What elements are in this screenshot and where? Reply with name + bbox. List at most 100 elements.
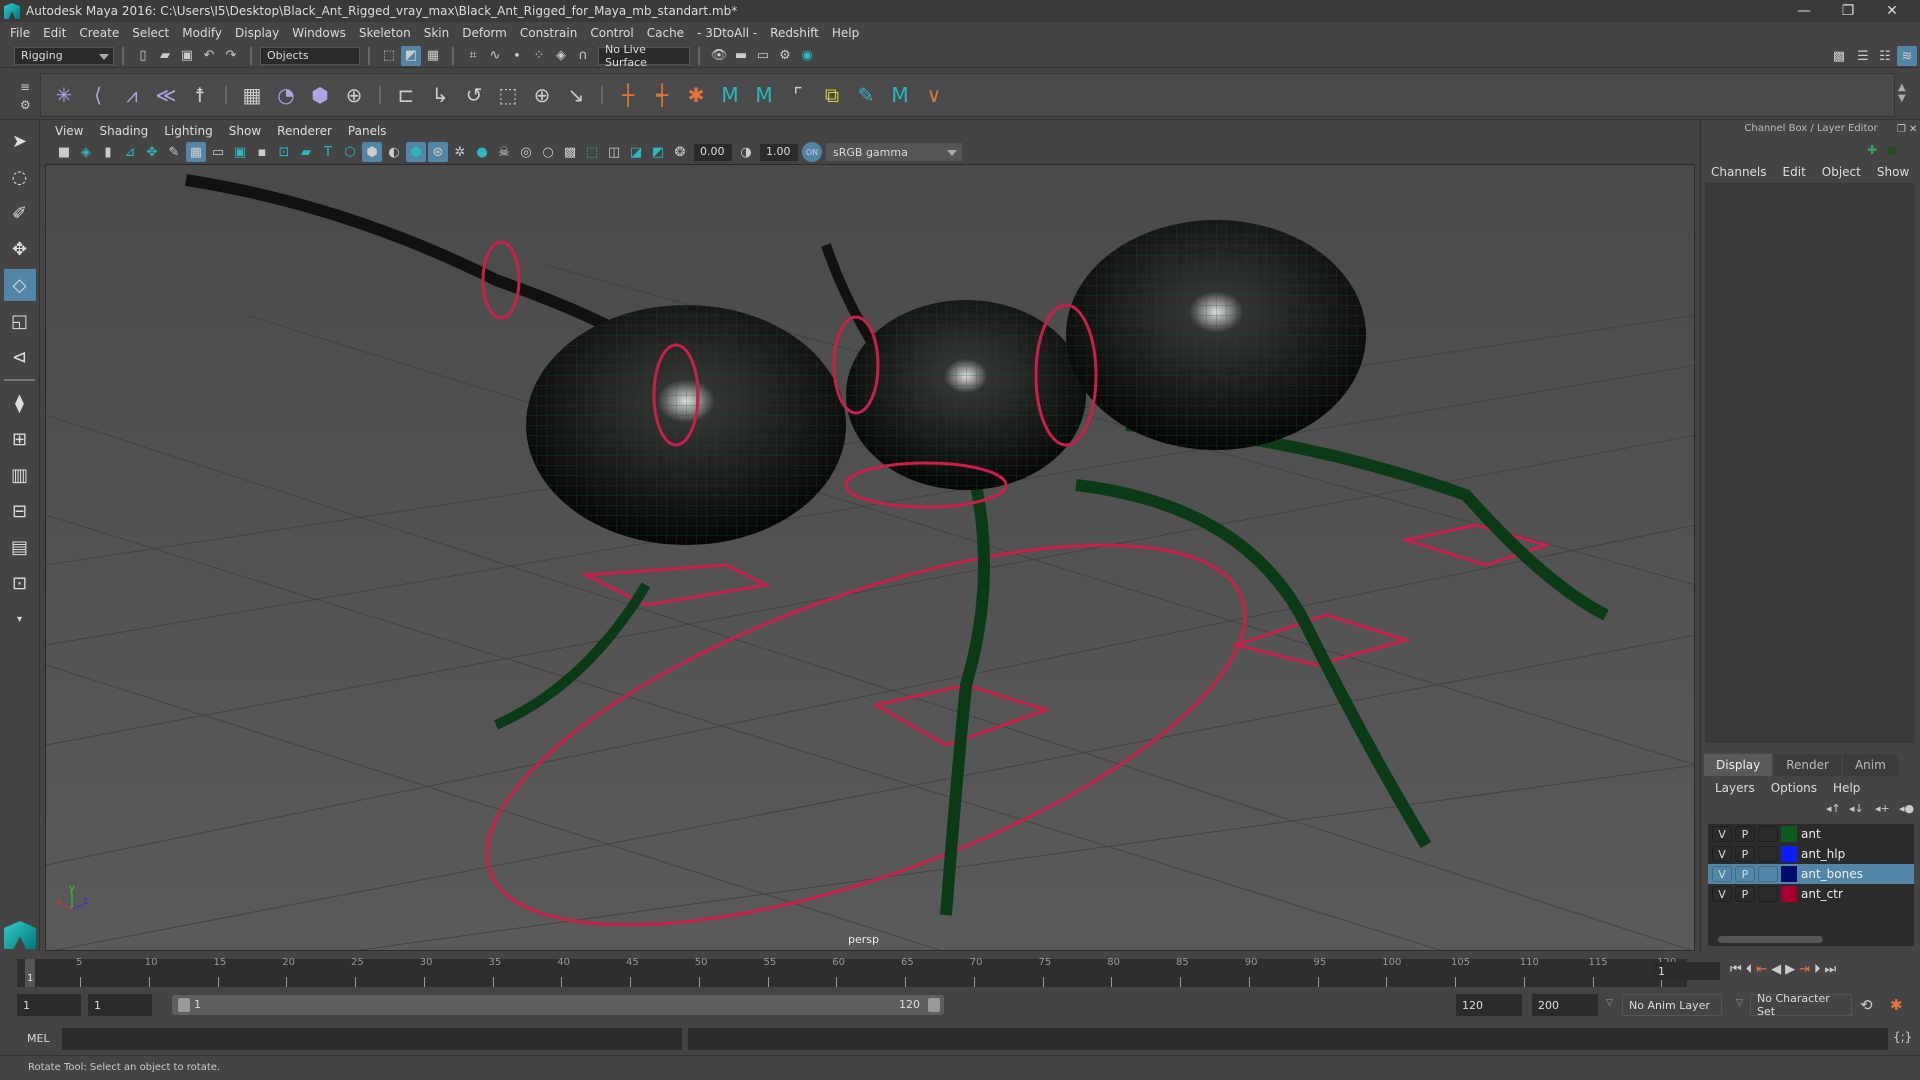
rotate-tool-icon[interactable]: ◇ <box>3 269 36 301</box>
menu-skin[interactable]: Skin <box>424 26 450 40</box>
snap-grid-icon[interactable]: ⌗ <box>463 46 483 66</box>
use-all-lights-icon[interactable]: ✲ <box>450 142 470 162</box>
bookmark-icon[interactable]: ▮ <box>98 142 118 162</box>
minimize-button[interactable]: — <box>1782 0 1826 22</box>
color-management-toggle[interactable]: ON <box>802 142 822 162</box>
playback-end-field[interactable]: 120 <box>1456 994 1522 1016</box>
layer-row[interactable]: V P ant_ctr <box>1708 884 1914 904</box>
layer-display-type-toggle[interactable] <box>1758 846 1778 862</box>
gamma-icon[interactable]: ◑ <box>736 142 756 162</box>
time-slider-track[interactable]: 1 5 10 15 20 25 30 35 40 45 50 55 60 65 70 75 80 85 90 95 1… <box>17 957 1687 987</box>
multisample-icon[interactable]: ◪ <box>626 142 646 162</box>
channel-box-toggle-icon[interactable]: ≋ <box>1897 46 1917 66</box>
range-start-handle[interactable] <box>178 998 190 1012</box>
shelf-scroll-icon[interactable]: ▲ ▼ <box>1898 82 1906 104</box>
hypershade-persp-icon[interactable]: ▤ <box>4 531 36 563</box>
wireframe-on-shaded-icon[interactable]: ⬢ <box>406 142 426 162</box>
lasso-tool-icon[interactable]: ◌ <box>4 161 36 193</box>
go-to-end-icon[interactable]: ⏭ <box>1825 962 1837 977</box>
step-back-frame-icon[interactable]: ⏴ <box>1746 962 1753 977</box>
motion-blur-icon[interactable]: ◫ <box>604 142 624 162</box>
shadows-icon[interactable]: ● <box>472 142 492 162</box>
backface-icon[interactable]: ○ <box>538 142 558 162</box>
menu-file[interactable]: File <box>10 26 30 40</box>
empty-slot-icon[interactable]: ⌜ <box>783 80 813 110</box>
new-layer-selected-icon[interactable]: ◂● <box>1899 802 1914 815</box>
panel-menu-show[interactable]: Show <box>229 124 261 138</box>
camera-attributes-icon[interactable]: ◈ <box>76 142 96 162</box>
layer-row-selected[interactable]: V P ant_bones <box>1708 864 1914 884</box>
ipr-render-icon[interactable]: ▭ <box>753 46 773 66</box>
layer-visibility-toggle[interactable]: V <box>1712 846 1732 862</box>
chevron-down-icon[interactable]: ▽ <box>1736 998 1743 1008</box>
chevron-down-icon[interactable]: ▽ <box>1606 998 1613 1008</box>
maya-m3-icon[interactable]: M <box>885 80 915 110</box>
ik-handle-icon[interactable]: ⟨ <box>83 80 113 110</box>
cb-menu-edit[interactable]: Edit <box>1783 165 1806 179</box>
gate-mask-icon[interactable]: ▪ <box>252 142 272 162</box>
move-layer-up-icon[interactable]: ◂↑ <box>1826 802 1841 815</box>
depth-of-field-icon[interactable]: ◩ <box>648 142 668 162</box>
vertex-icon[interactable]: ∨ <box>919 80 949 110</box>
snap-view-plane-icon[interactable]: ⁘ <box>529 46 549 66</box>
point-constraint-icon[interactable]: ↳ <box>425 80 455 110</box>
snap-point-icon[interactable]: ∙ <box>507 46 527 66</box>
current-time-marker[interactable]: 1 <box>25 959 35 987</box>
move-layer-down-icon[interactable]: ◂↓ <box>1849 802 1864 815</box>
single-view-icon[interactable]: ⧫ <box>4 387 36 419</box>
range-slider[interactable]: 1 120 <box>172 995 944 1015</box>
menu-cache[interactable]: Cache <box>647 26 684 40</box>
snap-curve-icon[interactable]: ∿ <box>485 46 505 66</box>
cb-menu-object[interactable]: Object <box>1822 165 1861 179</box>
lattice-icon[interactable]: ⬢ <box>305 80 335 110</box>
tab-display[interactable]: Display <box>1704 754 1773 776</box>
2d-pan-zoom-icon[interactable]: ✥ <box>142 142 162 162</box>
ambient-occlusion-icon[interactable]: ▩ <box>560 142 580 162</box>
maya-m1-icon[interactable]: M <box>715 80 745 110</box>
select-camera-icon[interactable]: ■ <box>54 142 74 162</box>
tab-render[interactable]: Render <box>1774 754 1841 776</box>
view-transform-dropdown[interactable]: sRGB gamma <box>826 143 962 161</box>
persp-graph-icon[interactable]: ⊟ <box>4 495 36 527</box>
menu-select[interactable]: Select <box>132 26 169 40</box>
panel-menu-renderer[interactable]: Renderer <box>277 124 332 138</box>
attribute-editor-icon[interactable]: ☰ <box>1853 46 1873 66</box>
anim-layer-dropdown[interactable]: No Anim Layer <box>1622 994 1722 1016</box>
cb-menu-show[interactable]: Show <box>1877 165 1909 179</box>
layer-visibility-toggle[interactable]: V <box>1712 866 1732 882</box>
render-view-icon[interactable]: 👁 <box>709 46 729 66</box>
selection-mode-dropdown[interactable]: Objects <box>260 46 360 65</box>
auto-key-icon[interactable]: ⟲ <box>1860 996 1873 1014</box>
menu-create[interactable]: Create <box>79 26 119 40</box>
field-chart-icon[interactable]: ⊡ <box>274 142 294 162</box>
image-plane-icon[interactable]: ⊿ <box>120 142 140 162</box>
layer-color-swatch[interactable] <box>1781 826 1797 842</box>
maya-m2-icon[interactable]: M <box>749 80 779 110</box>
layer-row[interactable]: V P ant <box>1708 824 1914 844</box>
cb-menu-channels[interactable]: Channels <box>1711 165 1767 179</box>
humanik-icon[interactable]: ☨ <box>185 80 215 110</box>
safe-title-icon[interactable]: T <box>318 142 338 162</box>
safe-action-icon[interactable]: ▰ <box>296 142 316 162</box>
snap-surface-icon[interactable]: ◈ <box>551 46 571 66</box>
new-layer-icon[interactable]: ◂+ <box>1875 802 1890 815</box>
layer-visibility-toggle[interactable]: V <box>1712 826 1732 842</box>
set-key-icon[interactable]: ┼ <box>613 80 643 110</box>
undo-icon[interactable]: ↶ <box>199 46 219 66</box>
restore-button[interactable]: ❐ <box>1826 0 1870 22</box>
redo-icon[interactable]: ↷ <box>221 46 241 66</box>
play-backwards-icon[interactable]: ◀ <box>1771 962 1781 977</box>
speed-icon[interactable]: ● <box>1887 143 1897 157</box>
layer-row[interactable]: V P ant_hlp <box>1708 844 1914 864</box>
grease-pencil-icon[interactable]: ✎ <box>164 142 184 162</box>
resolution-gate-icon[interactable]: ▣ <box>230 142 250 162</box>
step-forward-frame-icon[interactable]: ⏵ <box>1814 962 1821 977</box>
menu-edit[interactable]: Edit <box>43 26 66 40</box>
menu-help[interactable]: Help <box>832 26 859 40</box>
render-current-icon[interactable]: ▬ <box>731 46 751 66</box>
parent-constraint-icon[interactable]: ⊏ <box>391 80 421 110</box>
smooth-bind-icon[interactable]: ◔ <box>271 80 301 110</box>
move-tool-icon[interactable]: ✥ <box>4 233 36 265</box>
animation-preferences-icon[interactable]: ✱ <box>1890 996 1903 1014</box>
save-scene-icon[interactable]: ▣ <box>177 46 197 66</box>
